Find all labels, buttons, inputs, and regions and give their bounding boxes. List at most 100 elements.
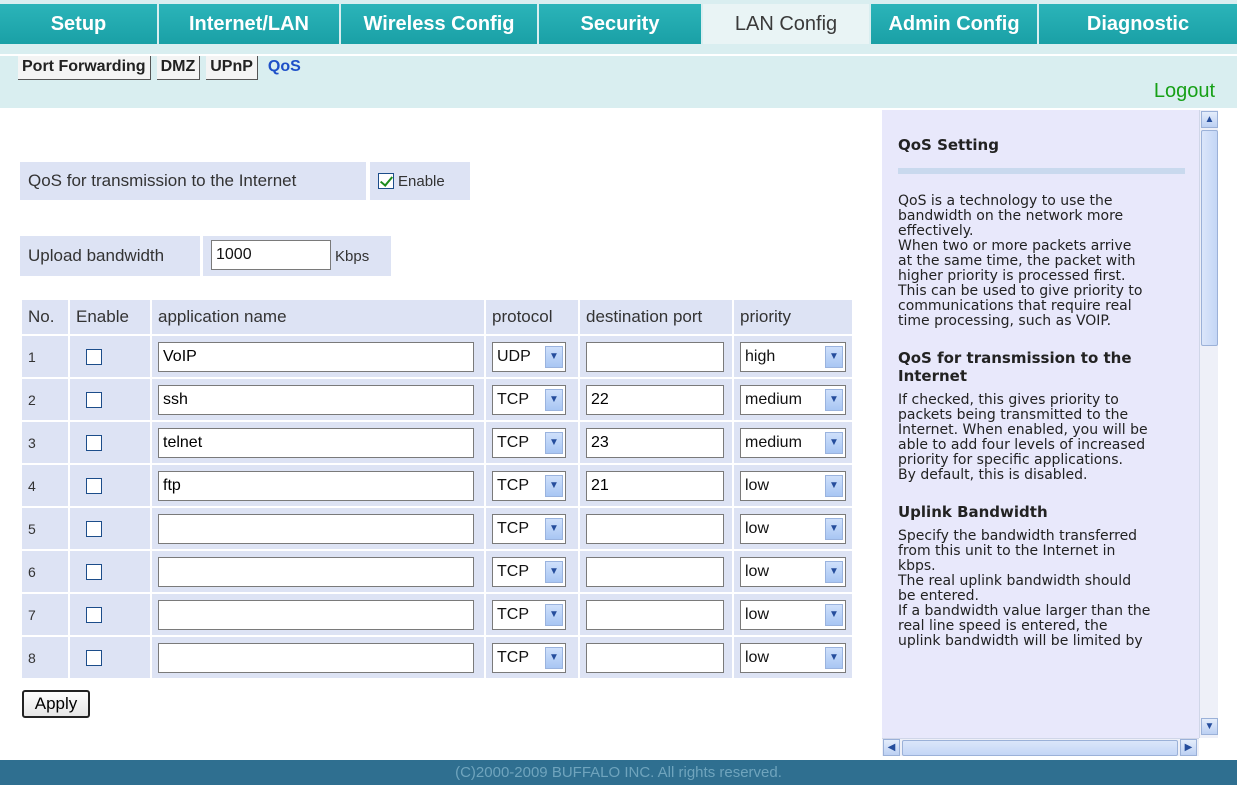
col-enable: Enable (70, 300, 150, 334)
destination-port-input[interactable] (586, 384, 724, 415)
row-number: 6 (22, 551, 68, 592)
qos-enable-checkbox-label: Enable (398, 172, 445, 190)
row-enable-cell (70, 422, 150, 463)
priority-value: low (745, 562, 770, 580)
chevron-down-icon: ▼ (545, 603, 563, 626)
table-row: 4 TCP ▼ low ▼ (22, 465, 852, 506)
protocol-select[interactable]: TCP ▼ (492, 513, 566, 544)
application-name-input[interactable] (158, 470, 474, 501)
priority-select[interactable]: high ▼ (740, 341, 846, 372)
row-number: 4 (22, 465, 68, 506)
row-number: 7 (22, 594, 68, 635)
row-enable-checkbox[interactable] (86, 607, 102, 624)
protocol-select[interactable]: UDP ▼ (492, 341, 566, 372)
main-nav: Setup Internet/LAN Wireless Config Secur… (0, 0, 1237, 54)
scroll-thumb[interactable] (1201, 130, 1218, 346)
tab-internet-lan[interactable]: Internet/LAN (159, 4, 339, 44)
row-enable-cell (70, 336, 150, 377)
destination-port-input[interactable] (586, 642, 724, 673)
priority-select[interactable]: low ▼ (740, 599, 846, 630)
upload-bandwidth-label: Upload bandwidth (20, 236, 200, 276)
chevron-down-icon: ▼ (545, 431, 563, 454)
row-enable-checkbox[interactable] (86, 392, 102, 409)
tab-admin-config[interactable]: Admin Config (871, 4, 1037, 44)
col-protocol: protocol (486, 300, 578, 334)
application-name-input[interactable] (158, 427, 474, 458)
row-protocol-cell: TCP ▼ (486, 422, 578, 463)
upload-bandwidth-input[interactable] (211, 240, 331, 270)
application-name-input[interactable] (158, 341, 474, 372)
row-app-cell (152, 422, 484, 463)
priority-select[interactable]: low ▼ (740, 513, 846, 544)
row-enable-cell (70, 508, 150, 549)
upload-bandwidth-text: Upload bandwidth (28, 246, 165, 265)
scroll-right-icon[interactable]: ▶ (1180, 739, 1197, 756)
row-enable-cell (70, 551, 150, 592)
subtab-qos[interactable]: QoS (264, 56, 305, 80)
application-name-input[interactable] (158, 599, 474, 630)
scroll-up-icon[interactable]: ▲ (1201, 111, 1218, 128)
destination-port-input[interactable] (586, 341, 724, 372)
row-app-cell (152, 551, 484, 592)
application-name-input[interactable] (158, 384, 474, 415)
subtab-upnp[interactable]: UPnP (206, 56, 258, 80)
tab-setup[interactable]: Setup (0, 4, 157, 44)
subtab-dmz[interactable]: DMZ (156, 56, 201, 80)
chevron-down-icon: ▼ (545, 474, 563, 497)
chevron-down-icon: ▼ (825, 517, 843, 540)
protocol-select[interactable]: TCP ▼ (492, 427, 566, 458)
tab-lan-config[interactable]: LAN Config (703, 4, 869, 44)
subtab-port-forwarding[interactable]: Port Forwarding (18, 56, 151, 80)
row-enable-checkbox[interactable] (86, 435, 102, 452)
application-name-input[interactable] (158, 556, 474, 587)
chevron-down-icon: ▼ (825, 646, 843, 669)
priority-select[interactable]: medium ▼ (740, 427, 846, 458)
row-protocol-cell: TCP ▼ (486, 508, 578, 549)
priority-value: medium (745, 433, 802, 451)
destination-port-input[interactable] (586, 427, 724, 458)
row-enable-checkbox[interactable] (86, 564, 102, 581)
protocol-value: TCP (497, 519, 529, 537)
row-protocol-cell: TCP ▼ (486, 379, 578, 420)
protocol-select[interactable]: TCP ▼ (492, 556, 566, 587)
apply-button[interactable]: Apply (22, 690, 90, 718)
application-name-input[interactable] (158, 642, 474, 673)
protocol-select[interactable]: TCP ▼ (492, 599, 566, 630)
priority-select[interactable]: low ▼ (740, 556, 846, 587)
application-name-input[interactable] (158, 513, 474, 544)
horizontal-scroll-thumb[interactable] (902, 740, 1178, 756)
tab-diagnostic[interactable]: Diagnostic (1039, 4, 1237, 44)
priority-select[interactable]: low ▼ (740, 470, 846, 501)
row-enable-checkbox[interactable] (86, 349, 102, 366)
row-port-cell (580, 508, 732, 549)
scroll-down-icon[interactable]: ▼ (1201, 718, 1218, 735)
destination-port-input[interactable] (586, 470, 724, 501)
row-enable-checkbox[interactable] (86, 650, 102, 667)
tab-security[interactable]: Security (539, 4, 701, 44)
protocol-select[interactable]: TCP ▼ (492, 470, 566, 501)
destination-port-input[interactable] (586, 513, 724, 544)
chevron-down-icon: ▼ (825, 603, 843, 626)
row-number: 3 (22, 422, 68, 463)
priority-value: medium (745, 390, 802, 408)
help-title-qos-transmission: QoS for transmission to the Internet (898, 349, 1132, 385)
tab-wireless-config[interactable]: Wireless Config (341, 4, 537, 44)
row-priority-cell: low ▼ (734, 637, 852, 678)
protocol-select[interactable]: TCP ▼ (492, 642, 566, 673)
qos-enable-checkbox[interactable] (378, 173, 394, 189)
destination-port-input[interactable] (586, 599, 724, 630)
row-enable-checkbox[interactable] (86, 478, 102, 495)
destination-port-input[interactable] (586, 556, 724, 587)
help-vertical-scrollbar[interactable]: ▲ ▼ (1199, 110, 1218, 738)
protocol-select[interactable]: TCP ▼ (492, 384, 566, 415)
row-number: 5 (22, 508, 68, 549)
scroll-left-icon[interactable]: ◀ (883, 739, 900, 756)
protocol-value: TCP (497, 605, 529, 623)
row-port-cell (580, 637, 732, 678)
footer-copyright: (C)2000-2009 BUFFALO INC. All rights res… (0, 760, 1237, 785)
priority-select[interactable]: medium ▼ (740, 384, 846, 415)
priority-select[interactable]: low ▼ (740, 642, 846, 673)
row-enable-checkbox[interactable] (86, 521, 102, 538)
help-horizontal-scrollbar[interactable]: ◀ ▶ (882, 738, 1199, 756)
logout-link[interactable]: Logout (1154, 80, 1215, 103)
